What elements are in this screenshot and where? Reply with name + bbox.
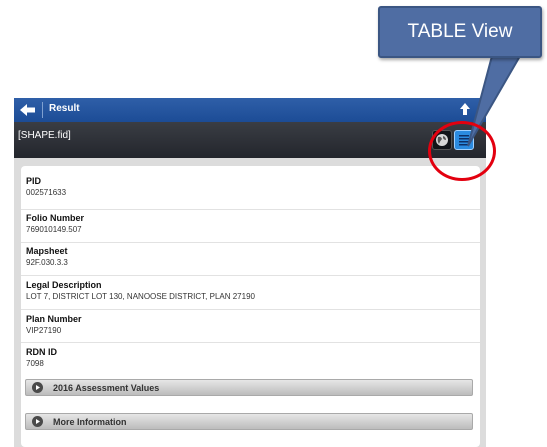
field-label: Plan Number	[26, 314, 82, 324]
list-icon	[459, 135, 469, 146]
table-view-button[interactable]	[454, 130, 474, 150]
field-label: Folio Number	[26, 213, 84, 223]
up-arrow-icon[interactable]	[460, 103, 470, 115]
field-value: VIP27190	[26, 326, 62, 335]
table-view-callout: TABLE View	[378, 6, 542, 58]
field-pid: PID 002571633	[21, 176, 480, 210]
back-arrow-icon	[20, 104, 35, 116]
field-folio-number: Folio Number 769010149.507	[21, 211, 480, 243]
header-title: Result	[49, 103, 80, 114]
attribute-card: PID 002571633 Folio Number 769010149.507…	[21, 166, 480, 447]
field-legal-description: Legal Description LOT 7, DISTRICT LOT 13…	[21, 277, 480, 310]
section-label: 2016 Assessment Values	[53, 383, 160, 393]
expand-arrow-icon	[32, 416, 43, 427]
field-label: PID	[26, 176, 42, 186]
field-label: RDN ID	[26, 347, 57, 357]
field-plan-number: Plan Number VIP27190	[21, 311, 480, 343]
field-label: Mapsheet	[26, 246, 68, 256]
record-header: [SHAPE.fid]	[14, 122, 486, 158]
field-label: Legal Description	[26, 280, 102, 290]
field-value: LOT 7, DISTRICT LOT 130, NANOOSE DISTRIC…	[26, 292, 255, 301]
field-mapsheet: Mapsheet 92F.030.3.3	[21, 244, 480, 276]
field-value: 769010149.507	[26, 225, 82, 234]
record-title: [SHAPE.fid]	[18, 130, 71, 141]
map-view-button[interactable]	[432, 130, 452, 150]
back-button[interactable]	[16, 100, 40, 120]
section-more-information[interactable]: More Information	[25, 413, 473, 430]
globe-icon	[436, 134, 448, 146]
result-panel: PID 002571633 Folio Number 769010149.507…	[14, 158, 486, 447]
header-divider	[42, 102, 43, 118]
field-rdn-id: RDN ID 7098	[21, 344, 480, 376]
field-value: 002571633	[26, 188, 67, 197]
callout-label: TABLE View	[407, 21, 513, 42]
field-value: 92F.030.3.3	[26, 258, 68, 267]
field-value: 7098	[26, 359, 44, 368]
section-label: More Information	[53, 417, 127, 427]
section-assessment-values[interactable]: 2016 Assessment Values	[25, 379, 473, 396]
expand-arrow-icon	[32, 382, 43, 393]
app-header: Result	[14, 98, 486, 122]
